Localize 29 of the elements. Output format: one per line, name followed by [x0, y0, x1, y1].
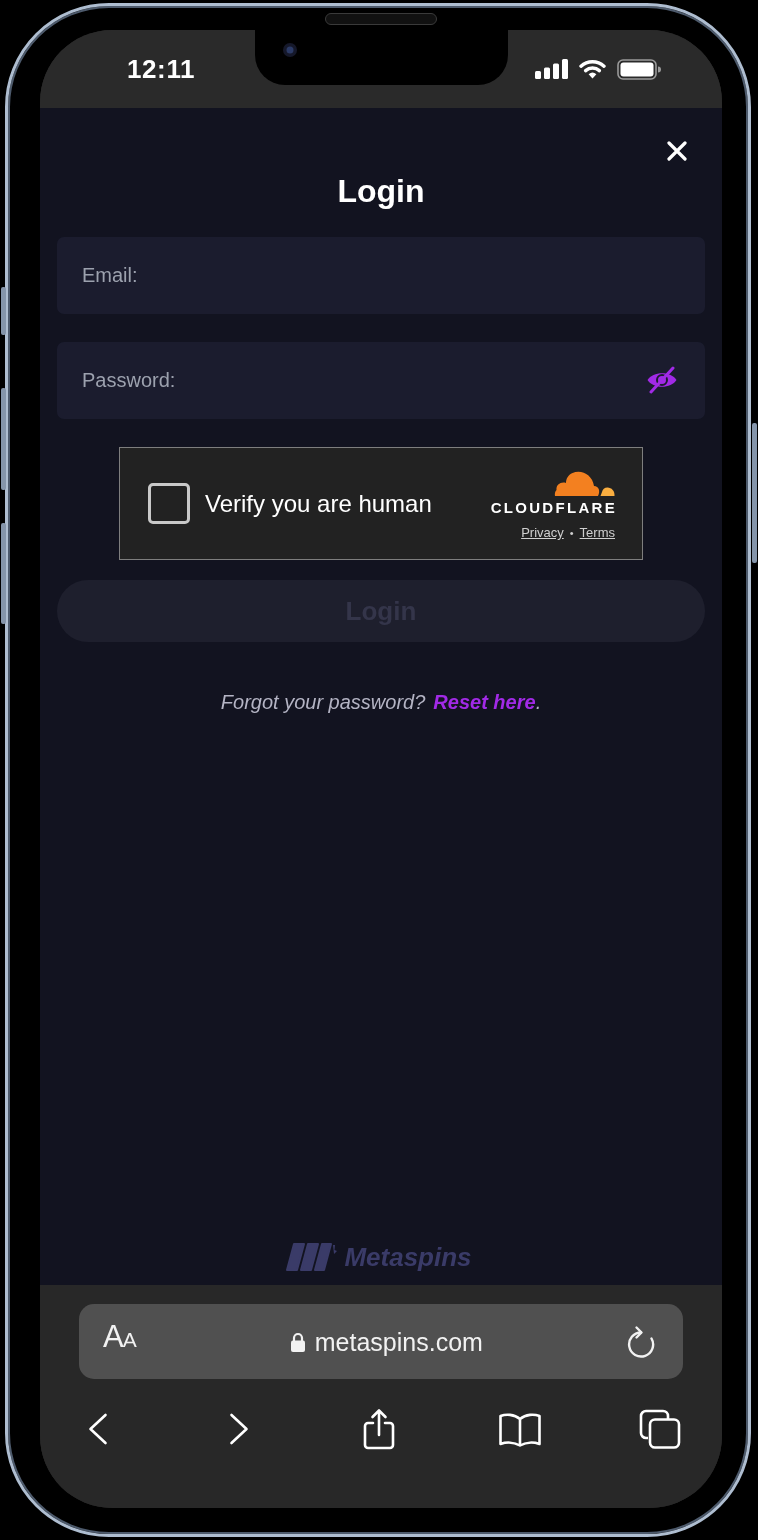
forward-chevron-icon[interactable] [228, 1413, 249, 1445]
share-icon[interactable] [362, 1408, 396, 1450]
address-bar[interactable]: AA metaspins.com [79, 1304, 683, 1379]
lock-icon [289, 1331, 306, 1352]
camera-lens-icon [283, 43, 297, 57]
back-chevron-icon[interactable] [88, 1413, 108, 1445]
link-separator: • [569, 526, 574, 541]
tabs-icon[interactable] [639, 1409, 681, 1449]
cloudflare-wordmark: CLOUDFLARE [490, 499, 617, 516]
brand-wordmark: Metaspins [344, 1242, 472, 1272]
terms-link[interactable]: Terms [579, 525, 615, 541]
reset-prompt: Forgot your password? Reset here. [219, 690, 543, 715]
close-icon[interactable] [667, 141, 687, 161]
captcha-label: Verify you are human [205, 489, 432, 518]
url-text: metaspins.com [314, 1326, 483, 1357]
password-field[interactable]: Password: [57, 342, 705, 419]
battery-icon [617, 58, 661, 80]
captcha-checkbox[interactable] [148, 483, 190, 524]
dialog-title: Login [336, 172, 426, 211]
privacy-link[interactable]: Privacy [521, 525, 564, 541]
eye-slash-icon[interactable] [646, 366, 678, 394]
text-size-button[interactable]: AA [103, 1322, 136, 1355]
clock-time: 12:11 [127, 53, 196, 85]
reset-link[interactable]: Reset here [433, 691, 536, 713]
reload-icon[interactable] [625, 1324, 657, 1359]
signal-bars-icon [535, 59, 568, 79]
wifi-icon [579, 59, 606, 79]
book-icon[interactable] [497, 1411, 542, 1447]
email-field[interactable]: Email: [57, 237, 705, 314]
